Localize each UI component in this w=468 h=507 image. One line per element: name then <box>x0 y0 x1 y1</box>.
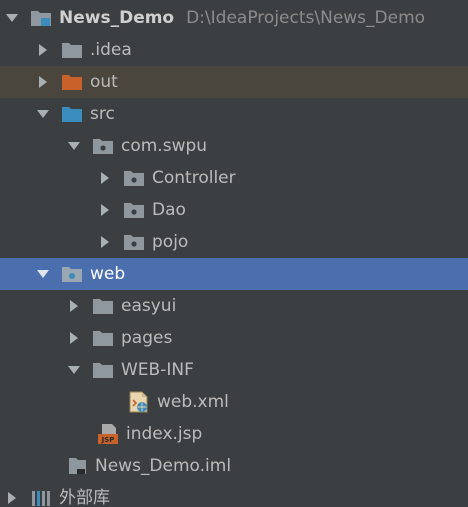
package-icon <box>123 200 145 220</box>
chevron-right-icon[interactable] <box>35 74 51 90</box>
chevron-down-icon[interactable] <box>66 138 82 154</box>
iml-file-icon <box>66 456 88 476</box>
chevron-right-icon[interactable] <box>97 170 113 186</box>
chevron-right-icon[interactable] <box>66 330 82 346</box>
package-icon <box>123 168 145 188</box>
chevron-down-icon[interactable] <box>35 106 51 122</box>
library-icon <box>30 488 52 507</box>
chevron-right-icon[interactable] <box>4 490 20 506</box>
project-path: D:\IdeaProjects\News_Demo <box>186 8 426 28</box>
folder-icon <box>92 328 114 348</box>
source-folder-icon <box>61 104 83 124</box>
folder-label-webinf: WEB-INF <box>121 360 194 380</box>
folder-icon <box>61 40 83 60</box>
chevron-down-icon[interactable] <box>35 266 51 282</box>
package-icon <box>92 136 114 156</box>
tree-row-idea-folder[interactable]: .idea <box>0 34 468 66</box>
tree-row-pages-folder[interactable]: pages <box>0 322 468 354</box>
tree-row-package-pojo[interactable]: pojo <box>0 226 468 258</box>
tree-row-web-xml-file[interactable]: web.xml <box>0 386 468 418</box>
external-libraries-label: 外部库 <box>59 488 110 507</box>
folder-label-web: web <box>90 264 126 284</box>
web-xml-file-icon <box>128 391 150 413</box>
package-label-controller: Controller <box>152 168 236 188</box>
tree-row-external-libraries[interactable]: 外部库 <box>0 482 468 507</box>
package-icon <box>123 232 145 252</box>
folder-label-idea: .idea <box>90 40 132 60</box>
package-label-com-swpu: com.swpu <box>121 136 208 156</box>
tree-row-webinf-folder[interactable]: WEB-INF <box>0 354 468 386</box>
tree-row-src-folder[interactable]: src <box>0 98 468 130</box>
file-label-web-xml: web.xml <box>157 392 229 412</box>
folder-icon <box>92 360 114 380</box>
chevron-down-icon[interactable] <box>66 362 82 378</box>
tree-row-package-dao[interactable]: Dao <box>0 194 468 226</box>
chevron-right-icon[interactable] <box>35 42 51 58</box>
tree-row-project-root[interactable]: News_Demo D:\IdeaProjects\News_Demo <box>0 2 468 34</box>
tree-row-package-com-swpu[interactable]: com.swpu <box>0 130 468 162</box>
chevron-down-icon[interactable] <box>4 10 20 26</box>
jsp-file-icon: JSP <box>97 424 119 444</box>
tree-row-easyui-folder[interactable]: easyui <box>0 290 468 322</box>
file-label-index-jsp: index.jsp <box>126 424 203 444</box>
tree-row-package-controller[interactable]: Controller <box>0 162 468 194</box>
folder-label-pages: pages <box>121 328 173 348</box>
tree-row-out-folder[interactable]: out <box>0 66 468 98</box>
folder-icon <box>92 296 114 316</box>
excluded-folder-icon <box>61 72 83 92</box>
tree-row-index-jsp-file[interactable]: JSP index.jsp <box>0 418 468 450</box>
tree-row-web-folder[interactable]: web <box>0 258 468 290</box>
chevron-right-icon[interactable] <box>97 202 113 218</box>
tree-row-iml-file[interactable]: News_Demo.iml <box>0 450 468 482</box>
web-folder-icon <box>61 264 83 284</box>
chevron-right-icon[interactable] <box>66 298 82 314</box>
project-tree-panel: News_Demo D:\IdeaProjects\News_Demo .ide… <box>0 0 468 507</box>
package-label-dao: Dao <box>152 200 186 220</box>
project-name: News_Demo <box>59 8 175 28</box>
package-label-pojo: pojo <box>152 232 189 252</box>
file-label-iml: News_Demo.iml <box>95 456 232 476</box>
project-module-icon <box>30 8 52 28</box>
jsp-badge-text: JSP <box>101 436 115 444</box>
folder-label-easyui: easyui <box>121 296 177 316</box>
folder-label-src: src <box>90 104 115 124</box>
chevron-right-icon[interactable] <box>97 234 113 250</box>
folder-label-out: out <box>90 72 118 92</box>
